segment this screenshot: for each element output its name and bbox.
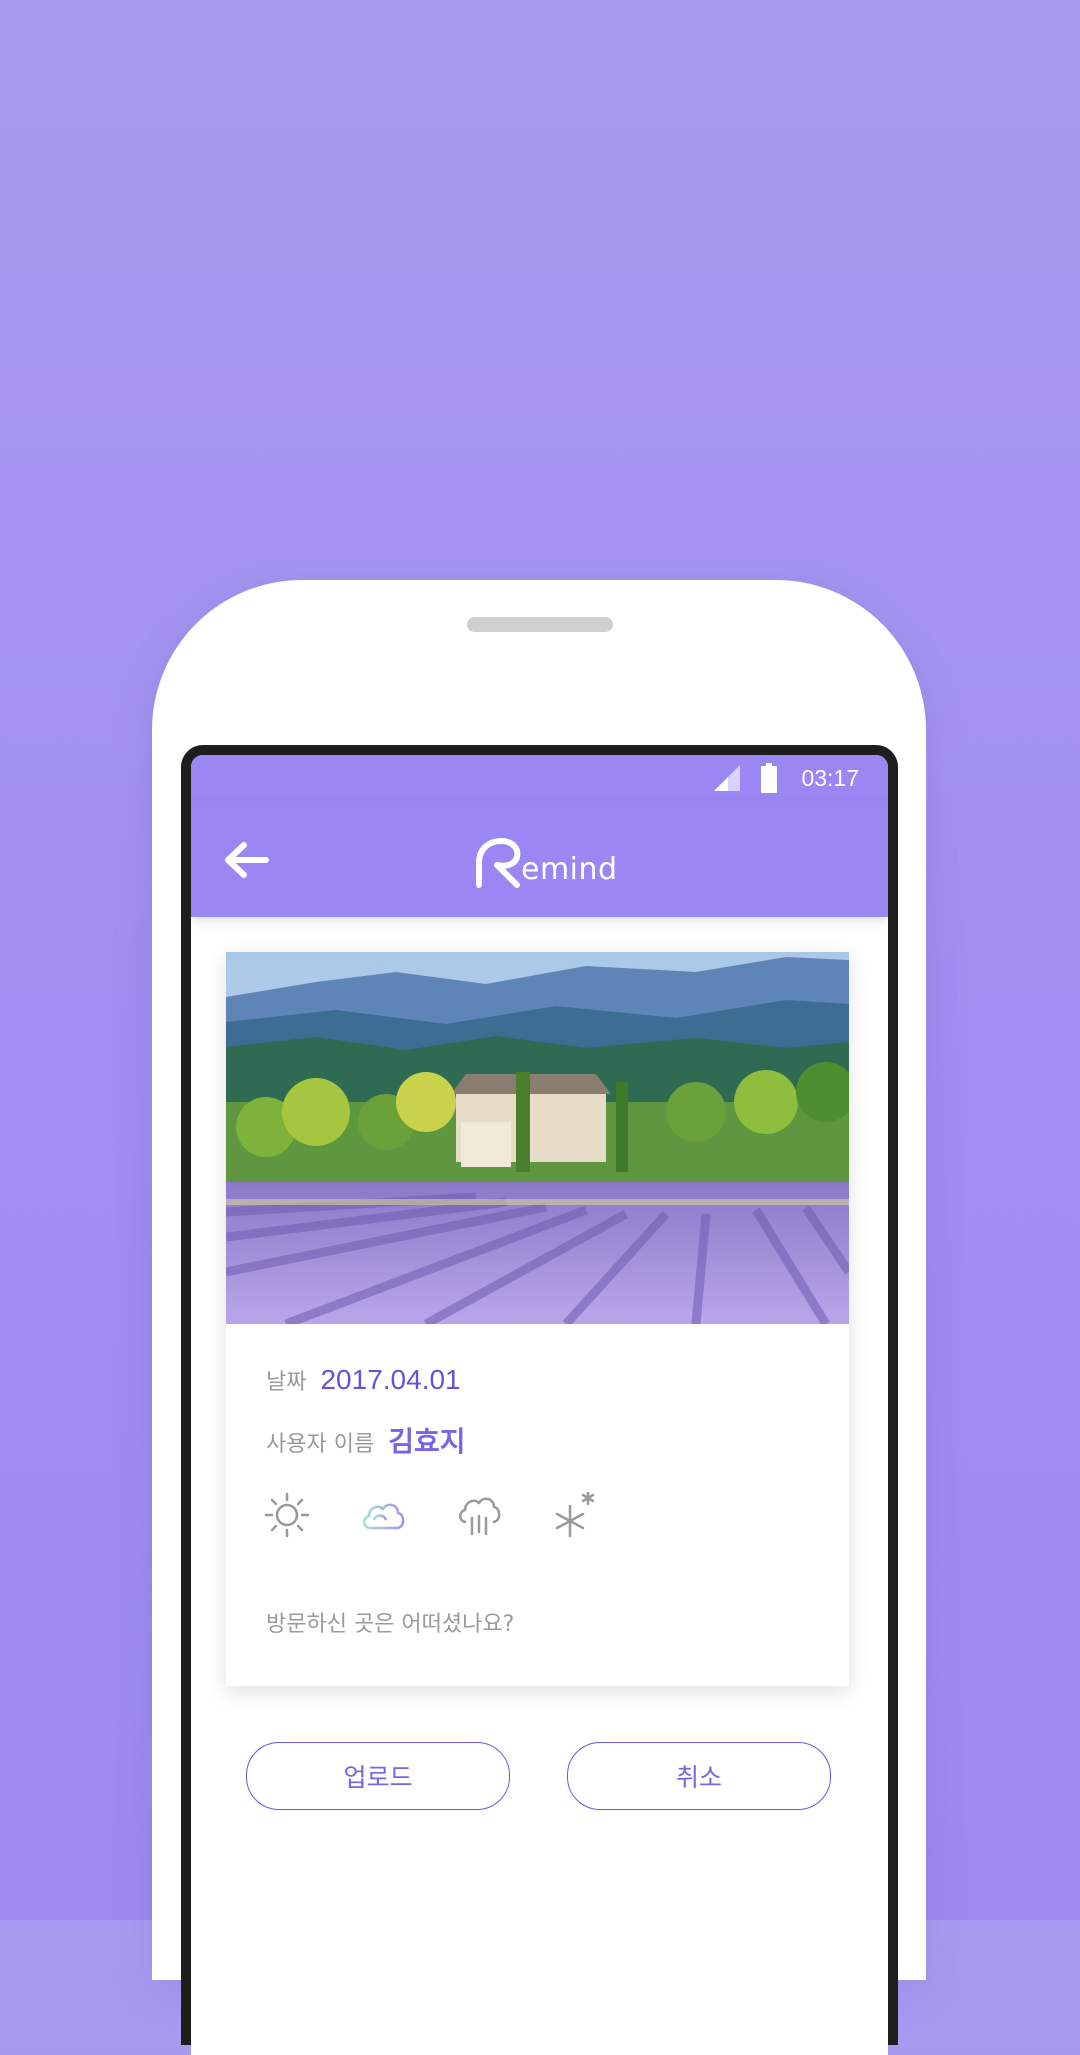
weather-selector	[264, 1492, 598, 1538]
date-value[interactable]: 2017.04.01	[320, 1364, 460, 1396]
status-bar: 03:17	[191, 755, 888, 801]
battery-icon	[761, 763, 777, 793]
app-bar: emind	[191, 801, 888, 917]
status-time: 03:17	[801, 765, 859, 791]
date-label: 날짜	[266, 1370, 307, 1395]
logo-r-mark	[476, 838, 521, 888]
date-row: 날짜 2017.04.01	[266, 1364, 461, 1396]
arrow-left-icon[interactable]	[224, 839, 270, 881]
rain-icon[interactable]	[456, 1492, 502, 1538]
cloudy-icon[interactable]	[360, 1492, 406, 1538]
sunny-icon[interactable]	[264, 1492, 310, 1538]
screen-bezel: 03:17 emind 날짜 2017.04.01 사용자 이름 김효지 방문하…	[181, 745, 898, 2055]
cancel-button[interactable]: 취소	[567, 1742, 831, 1810]
entry-card: 날짜 2017.04.01 사용자 이름 김효지	[226, 952, 849, 1686]
phone-speaker	[467, 617, 613, 632]
snow-icon[interactable]	[552, 1492, 598, 1538]
phone-mockup: 03:17 emind 날짜 2017.04.01 사용자 이름 김효지 방문하…	[152, 580, 926, 2055]
lavender-field-photo	[226, 952, 849, 1324]
signal-icon	[714, 765, 740, 791]
user-row: 사용자 이름 김효지	[266, 1420, 465, 1460]
logo-text: emind	[521, 852, 618, 887]
upload-button[interactable]: 업로드	[246, 1742, 510, 1810]
app-logo: emind	[471, 829, 618, 889]
user-value: 김효지	[388, 1425, 466, 1458]
app-screen: 03:17 emind 날짜 2017.04.01 사용자 이름 김효지 방문하…	[191, 755, 888, 2055]
memo-input[interactable]	[266, 1612, 806, 1637]
user-label: 사용자 이름	[266, 1432, 375, 1457]
